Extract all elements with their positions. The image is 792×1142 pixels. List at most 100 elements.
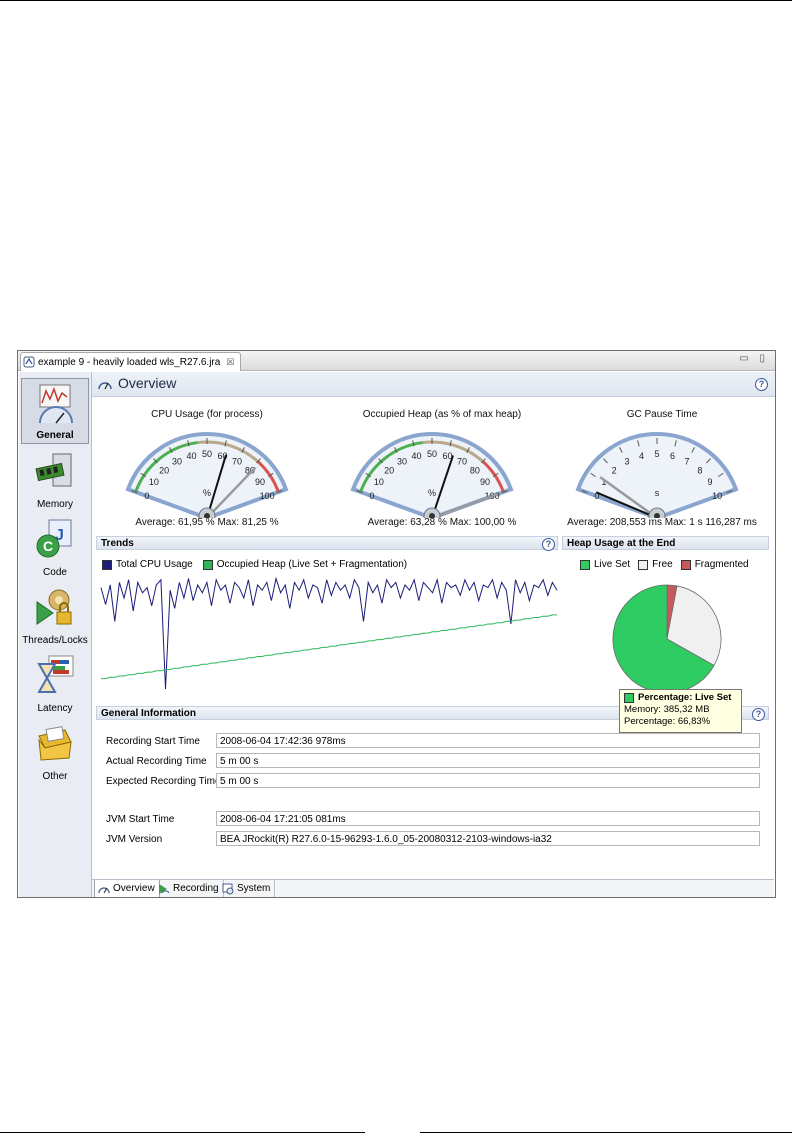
legend-swatch-cpu: [102, 559, 112, 570]
gauge-stats-cpu: Average: 61,95 % Max: 81,25 %: [135, 517, 279, 528]
sidebar-item-label: Other: [42, 771, 68, 782]
gauge-tick-label: 9: [708, 477, 713, 487]
field-value-jvm-start[interactable]: 2008-06-04 17:21:05 081ms: [216, 811, 760, 826]
gauge-tick-label: 80: [470, 465, 480, 475]
sidebar-item-latency[interactable]: Latency: [21, 650, 89, 716]
gauge-stats-heap: Average: 63,28 % Max: 100,00 %: [367, 517, 517, 528]
help-icon[interactable]: ?: [755, 378, 768, 391]
latency-hourglass-icon: [37, 655, 74, 693]
tab-overview[interactable]: Overview: [94, 880, 160, 897]
gauge-face: [125, 432, 289, 518]
gauge-tick-label: 8: [697, 465, 702, 475]
trends-legend: Total CPU Usage Occupied Heap (Live Set …: [102, 559, 407, 570]
sidebar-item-code[interactable]: J C Code: [21, 514, 89, 580]
gauge-tick-label: 5: [654, 449, 659, 459]
trends-help-icon[interactable]: ?: [542, 538, 555, 551]
tab-system-label: System: [237, 883, 271, 894]
other-folder-icon: [38, 726, 72, 761]
heap-legend: Live Set Free Fragmented: [580, 559, 749, 570]
svg-text:C: C: [43, 538, 53, 554]
gauge-tick-label: 30: [397, 456, 407, 466]
gauge-tick-label: 6: [670, 451, 675, 461]
gauge-tick-label: 10: [374, 477, 384, 487]
tooltip-percentage: Percentage: 66,83%: [624, 716, 711, 727]
tooltip-title-row: Percentage: Live Set: [624, 692, 737, 704]
field-label-expected-recording: Expected Recording Time: [106, 776, 221, 787]
trends-series-heap-line: [101, 614, 557, 680]
gauge-title-heap: Occupied Heap (as % of max heap): [362, 409, 522, 420]
overview-header: Overview ?: [92, 372, 775, 397]
gauge-tick-label: 70: [232, 456, 242, 466]
gauge-tick-label: 90: [480, 477, 490, 487]
gauge-tick-label: 10: [149, 477, 159, 487]
pie-tooltip: Percentage: Live Set Memory: 385,32 MB P…: [619, 689, 742, 733]
gauge-tick-label: 0: [369, 491, 374, 501]
legend-swatch-heap: [202, 559, 213, 570]
gauge-stats-gc: Average: 208,553 ms Max: 1 s 116,287 ms: [567, 517, 757, 528]
heap-pie-chart[interactable]: [612, 579, 742, 699]
gauge-tick-label: 7: [685, 456, 690, 466]
gauge-tick-label: 0: [144, 491, 149, 501]
sidebar-item-threads-locks[interactable]: Threads/Locks: [21, 582, 89, 648]
sidebar-item-general[interactable]: General: [21, 378, 89, 444]
close-icon[interactable]: ☒: [226, 357, 234, 368]
field-value-actual-recording[interactable]: 5 m 00 s: [216, 753, 760, 768]
field-label-jvm-version: JVM Version: [106, 834, 163, 845]
legend-label-heap: Occupied Heap (Live Set + Fragmentation): [216, 559, 408, 570]
gauge-unit: s: [655, 488, 660, 498]
editor-tab[interactable]: example 9 - heavily loaded wls_R27.6.jra…: [20, 352, 242, 371]
sidebar-item-label: Code: [43, 567, 67, 578]
legend-label-live-set: Live Set: [594, 559, 631, 570]
overview-gauge-icon: [98, 382, 112, 390]
legend-swatch-free: [638, 559, 649, 570]
general-info-title: General Information: [101, 708, 197, 719]
tab-overview-label: Overview: [113, 883, 155, 894]
gauge-tick-label: 2: [612, 465, 617, 475]
gauge-tick-label: 4: [639, 451, 644, 461]
sidebar-item-label: General: [36, 430, 74, 441]
page-bottom-rule-right: [420, 1132, 792, 1133]
recording-icon: [159, 884, 170, 894]
field-value-recording-start[interactable]: 2008-06-04 17:42:36 978ms: [216, 733, 760, 748]
field-label-recording-start: Recording Start Time: [106, 736, 200, 747]
field-label-actual-recording: Actual Recording Time: [106, 756, 207, 767]
gauges-area: 010203040 50 60708090100% 010203040 50 607080…: [125, 432, 739, 518]
gauge-face: [575, 432, 739, 518]
general-info-help-icon[interactable]: ?: [752, 708, 765, 721]
tab-recording-label: Recording: [173, 883, 219, 894]
tooltip-swatch: [624, 693, 634, 703]
gauge-tick-label: 10: [712, 491, 722, 501]
page-title: Overview: [118, 375, 177, 391]
trends-panel-header: Trends: [96, 536, 558, 550]
overview-gauge-icon: [98, 887, 110, 894]
code-icon: J C: [36, 519, 72, 558]
field-value-expected-recording[interactable]: 5 m 00 s: [216, 773, 760, 788]
sidebar: General Memory J C Code Threads/Locks La…: [19, 372, 92, 897]
threads-locks-icon: [36, 589, 72, 625]
field-value-jvm-version[interactable]: BEA JRockit(R) R27.6.0-15-96293-1.6.0_05…: [216, 831, 760, 846]
gauge-tick-label: 20: [384, 465, 394, 475]
sidebar-item-other[interactable]: Other: [21, 718, 89, 784]
gauge-tick-label: 3: [624, 456, 629, 466]
sidebar-item-memory[interactable]: Memory: [21, 446, 89, 512]
gauge-title-cpu: CPU Usage (for process): [151, 409, 263, 420]
tooltip-title: Percentage: Live Set: [638, 692, 732, 703]
page-bottom-rule-left: [0, 1132, 365, 1133]
tab-recording[interactable]: Recording: [155, 880, 224, 897]
gauge-face: [350, 432, 514, 518]
gauge-tick-label: 100: [260, 491, 275, 501]
tab-system[interactable]: System: [219, 880, 276, 897]
trends-series-cpu-line: [100, 576, 558, 690]
window-controls[interactable]: ▭ ▯: [739, 353, 769, 364]
memory-chip-icon: [35, 453, 72, 487]
gauge-tick-label: 50: [427, 449, 437, 459]
gauge-tick-label: 20: [159, 465, 169, 475]
overview-page: Overview ? CPU Usage (for process) Occup…: [92, 372, 775, 878]
gauge-tick-label: 40: [412, 451, 422, 461]
trends-chart[interactable]: [100, 572, 558, 702]
gauge-tick-label: 90: [255, 477, 265, 487]
heap-panel-title: Heap Usage at the End: [567, 538, 676, 549]
gauge-tick-label: 40: [187, 451, 197, 461]
gauge-unit: %: [203, 488, 211, 498]
gauge-tick-label: 70: [457, 456, 467, 466]
